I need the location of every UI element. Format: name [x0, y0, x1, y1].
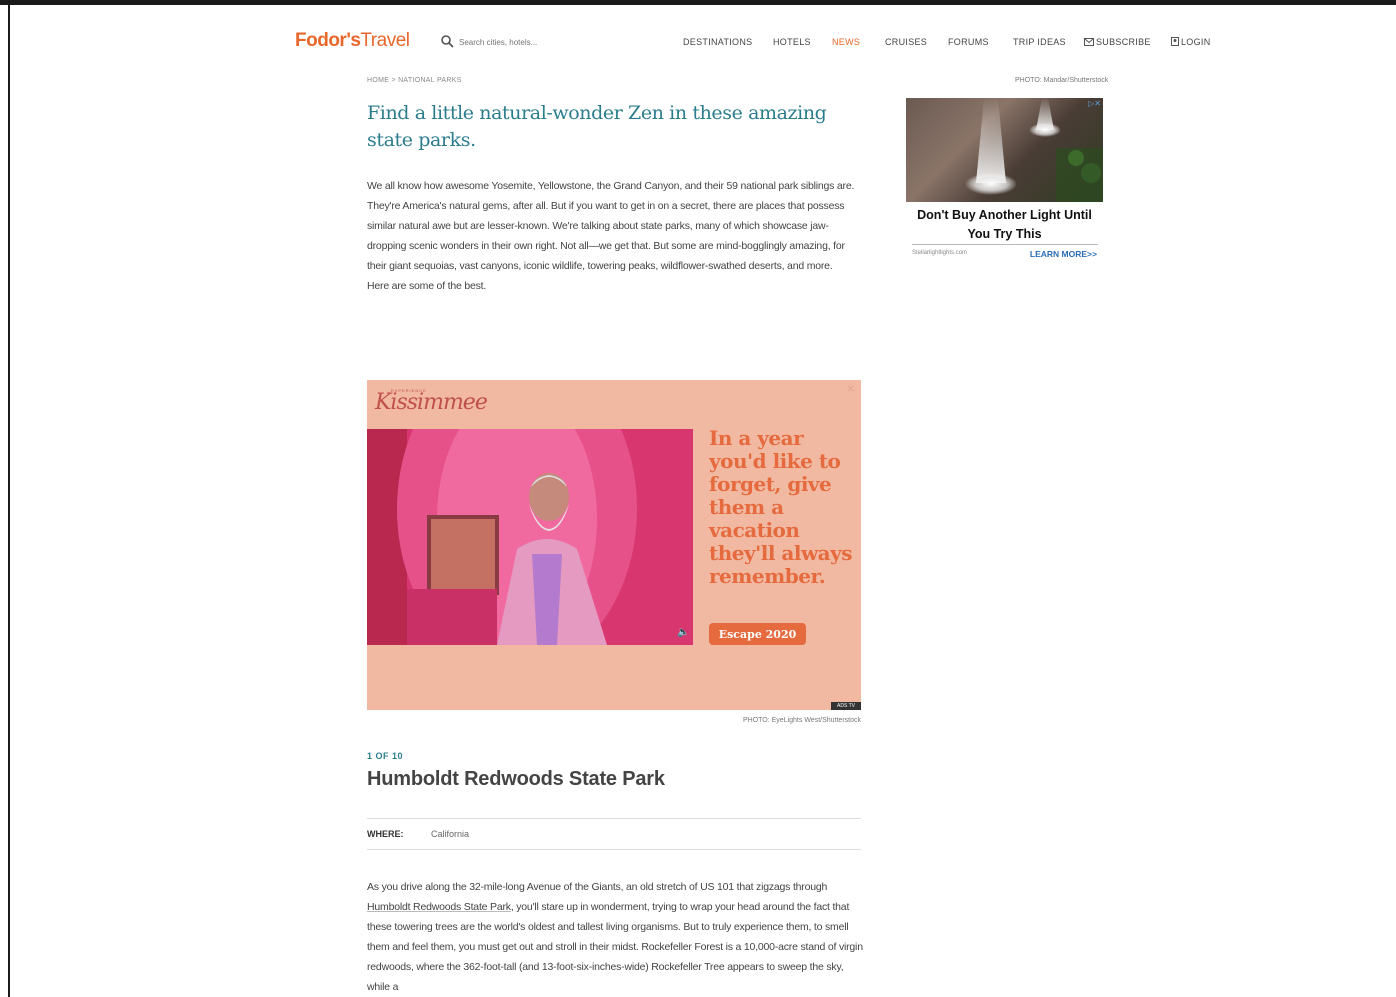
breadcrumb[interactable]: HOME > NATIONAL PARKS — [367, 77, 462, 84]
fodors-logo[interactable]: Fodor'sTravel — [295, 30, 410, 52]
sidebar-ad[interactable]: ▷✕ Don't Buy Another Light Until You Try… — [906, 98, 1103, 263]
search-input[interactable] — [459, 35, 609, 49]
subscribe-label: SUBSCRIBE — [1096, 37, 1151, 47]
nav-destinations[interactable]: DESTINATIONS — [683, 37, 752, 47]
window-left-border — [8, 0, 10, 997]
where-label: WHERE: — [367, 829, 404, 839]
photo-credit: PHOTO: EyeLights West/Shutterstock — [742, 717, 861, 724]
video-ad[interactable]: EXPERIENCE Kissimmee ✕ 🔈 In a year you'd… — [367, 380, 861, 710]
park-description: As you drive along the 32-mile-long Aven… — [367, 877, 863, 997]
ad-divider — [912, 244, 1098, 245]
envelope-icon — [1084, 38, 1094, 46]
learn-more-link[interactable]: LEARN MORE>> — [1030, 249, 1097, 259]
ad-headline[interactable]: Don't Buy Another Light Until You Try Th… — [906, 206, 1103, 244]
divider-top — [367, 818, 861, 819]
nav-forums[interactable]: FORUMS — [948, 37, 989, 47]
ad-video-player[interactable] — [367, 429, 693, 645]
nav-trip-ideas[interactable]: TRIP IDEAS — [1013, 37, 1066, 47]
close-icon[interactable]: ✕ — [847, 384, 855, 395]
ad-domain: Stellarlightlights.com — [912, 250, 968, 256]
user-icon — [1171, 37, 1179, 46]
search-icon[interactable] — [441, 35, 454, 48]
description-part-2: , you'll stare up in wonderment, trying … — [367, 901, 863, 993]
park-title: Humboldt Redwoods State Park — [367, 768, 665, 790]
photo-credit-top: PHOTO: Mandar/Shutterstock — [1015, 77, 1109, 84]
ad-lights-image[interactable]: ▷✕ — [906, 98, 1103, 202]
article-intro: We all know how awesome Yosemite, Yellow… — [367, 180, 855, 292]
ad-brand-logo: Kissimmee — [375, 390, 488, 415]
ad-choices-icon[interactable]: ▷✕ — [1088, 99, 1101, 108]
divider-bottom — [367, 849, 861, 850]
nav-subscribe[interactable]: SUBSCRIBE — [1084, 37, 1151, 47]
login-label: LOGIN — [1181, 37, 1211, 47]
description-part-1: As you drive along the 32-mile-long Aven… — [367, 881, 828, 893]
logo-bold-text: Fodor's — [295, 30, 361, 51]
ad-copy: In a year you'd like to forget, give the… — [709, 426, 853, 588]
nav-login[interactable]: LOGIN — [1171, 37, 1211, 47]
nav-news[interactable]: NEWS — [832, 37, 860, 47]
logo-light-text: Travel — [360, 30, 410, 51]
slide-counter: 1 OF 10 — [367, 751, 404, 761]
nav-hotels[interactable]: HOTELS — [773, 37, 811, 47]
escape-2020-button[interactable]: Escape 2020 — [709, 623, 806, 645]
speaker-icon[interactable]: 🔈 — [677, 627, 689, 638]
window-top-border — [0, 0, 1396, 5]
article-headline: Find a little natural-wonder Zen in thes… — [367, 102, 827, 151]
nav-cruises[interactable]: CRUISES — [885, 37, 927, 47]
where-value: California — [431, 829, 470, 839]
ad-tag: ADS TV — [831, 702, 861, 710]
park-link[interactable]: Humboldt Redwoods State Park — [367, 901, 511, 913]
